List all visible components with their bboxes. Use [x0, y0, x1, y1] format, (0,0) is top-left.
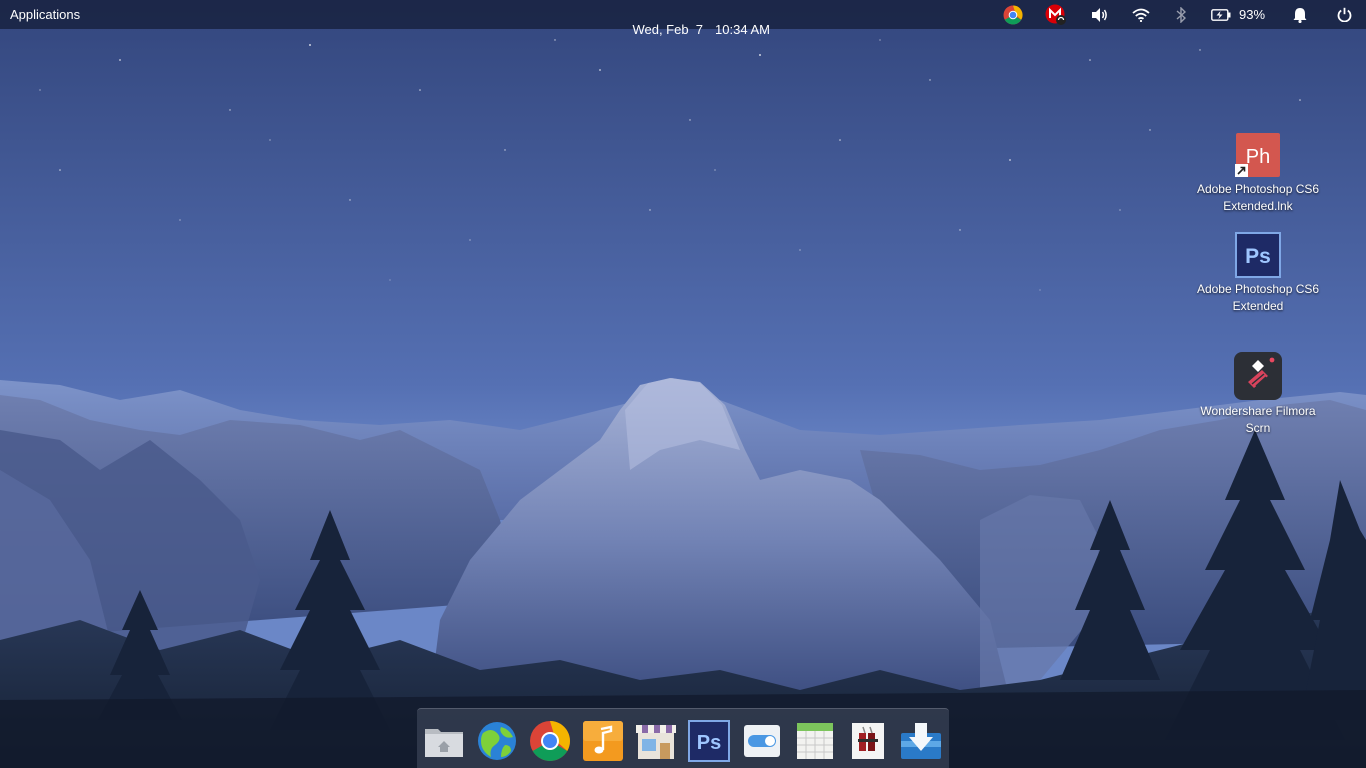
download-installer-icon — [901, 723, 941, 759]
desktop-icon-photoshop[interactable]: Ps Adobe Photoshop CS6 Extended — [1193, 232, 1323, 315]
battery-icon — [1211, 8, 1231, 21]
photoshop-icon: Ps — [688, 720, 730, 762]
svg-text:Ps: Ps — [697, 732, 721, 754]
dock-item-calendar[interactable] — [793, 719, 837, 763]
desktop-icon-filmora-scrn[interactable]: Wondershare Filmora Scrn — [1193, 352, 1323, 437]
battery-indicator[interactable]: 93% — [1206, 4, 1270, 25]
dock-item-installer[interactable] — [899, 719, 943, 763]
bluetooth-icon[interactable] — [1171, 4, 1191, 25]
dock-item-web-browser[interactable] — [475, 719, 519, 763]
dock-item-chrome[interactable] — [528, 719, 572, 763]
home-folder-icon — [425, 729, 463, 757]
dock-item-photoshop[interactable]: Ps — [687, 719, 731, 763]
chrome-icon[interactable] — [1001, 4, 1025, 25]
notifications-bell-icon[interactable] — [1288, 4, 1312, 25]
dock-item-appcenter[interactable] — [634, 719, 678, 763]
svg-text:Ph: Ph — [1246, 146, 1270, 168]
top-panel: Applications Wed, Feb 7 10:34 AM 93% — [0, 0, 1366, 37]
mega-sync-icon[interactable] — [1044, 4, 1068, 25]
calendar-icon — [797, 723, 833, 759]
appcenter-icon — [636, 725, 676, 759]
filmora-scrn-icon — [1234, 352, 1282, 400]
settings-toggle-icon — [744, 725, 780, 757]
desktop-icon-label: Wondershare Filmora Scrn — [1200, 404, 1316, 435]
date-time-indicator[interactable]: Wed, Feb 7 10:34 AM — [618, 7, 770, 52]
desktop-icon-photoshop-shortcut[interactable]: Ph Adobe Photoshop CS6 Extended.lnk — [1193, 132, 1323, 215]
applications-menu[interactable]: Applications — [10, 7, 80, 22]
music-icon — [583, 721, 623, 761]
epiphany-icon — [478, 722, 516, 760]
desktop-wallpaper — [0, 0, 1366, 768]
indicator-area: 93% — [966, 0, 1366, 29]
photoshop-icon: Ps — [1235, 232, 1281, 278]
dock-item-music[interactable] — [581, 719, 625, 763]
dock: Ps — [417, 708, 949, 768]
dock-item-archive-tool[interactable] — [846, 719, 890, 763]
date-label: Wed, Feb 7 — [632, 22, 704, 37]
battery-percentage: 93% — [1238, 7, 1266, 22]
power-icon[interactable] — [1332, 4, 1356, 25]
desktop-icon-label: Adobe Photoshop CS6 Extended — [1196, 282, 1320, 313]
desktop-icon-label: Adobe Photoshop CS6 Extended.lnk — [1196, 182, 1320, 213]
archive-icon — [852, 723, 884, 759]
dock-item-files[interactable] — [422, 719, 466, 763]
wifi-icon[interactable] — [1129, 4, 1153, 25]
time-label: 10:34 AM — [715, 22, 770, 37]
svg-text:Ps: Ps — [1245, 245, 1271, 268]
dock-item-system-settings[interactable] — [740, 719, 784, 763]
chrome-icon — [530, 721, 570, 761]
photoshop-shortcut-icon: Ph — [1235, 132, 1281, 178]
volume-icon[interactable] — [1088, 4, 1112, 25]
